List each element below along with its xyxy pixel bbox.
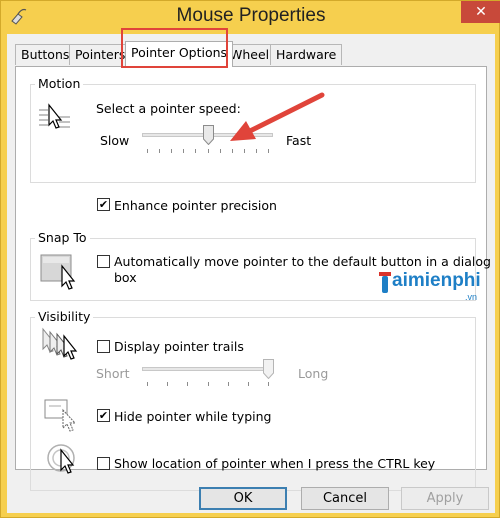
pointer-speed-icon [39, 103, 70, 129]
trail-length-tick [228, 382, 229, 386]
tab-pointer-options[interactable]: Pointer Options [125, 41, 234, 67]
pointer-speed-tick [171, 149, 172, 153]
trail-length-tick [147, 382, 148, 386]
pointer-trails-checkbox[interactable] [97, 340, 110, 353]
show-location-icon [47, 444, 75, 474]
dialog-client-area: Buttons Pointers Pointer Options Wheel H… [7, 28, 495, 513]
trail-length-tick [268, 382, 269, 386]
tab-pointers[interactable]: Pointers [69, 44, 132, 65]
watermark-brand: aimienphi [392, 270, 481, 291]
hide-pointer-label[interactable]: Hide pointer while typing [114, 409, 271, 424]
pointer-speed-slider-thumb[interactable] [203, 125, 214, 145]
snap-to-checkbox[interactable] [97, 255, 110, 268]
visibility-group-label: Visibility [35, 309, 94, 324]
tab-buttons[interactable]: Buttons [15, 44, 76, 65]
enhance-precision-label[interactable]: Enhance pointer precision [114, 198, 277, 213]
watermark-t-icon [379, 272, 391, 293]
trail-length-tick [208, 382, 209, 386]
annotation-arrow [230, 92, 325, 141]
trail-length-tick [187, 382, 188, 386]
hide-pointer-checkmark: ✔ [98, 409, 109, 422]
trail-length-tick [167, 382, 168, 386]
pointer-trails-label[interactable]: Display pointer trails [114, 339, 244, 354]
hide-pointer-icon [44, 399, 77, 432]
trail-length-slider-thumb[interactable] [263, 359, 274, 379]
snap-to-group-label: Snap To [35, 230, 90, 245]
pointer-trails-icon [42, 327, 78, 360]
trail-length-tick [248, 382, 249, 386]
show-location-checkbox[interactable] [97, 457, 110, 470]
trail-length-track[interactable] [142, 367, 273, 371]
tab-hardware[interactable]: Hardware [270, 44, 343, 65]
hide-pointer-checkbox[interactable]: ✔ [97, 409, 110, 422]
enhance-precision-checkmark: ✔ [98, 198, 109, 211]
slow-label: Slow [100, 133, 130, 148]
cancel-button[interactable]: Cancel [301, 487, 389, 510]
pointer-speed-tick [147, 149, 148, 153]
snap-to-label-line2[interactable]: box [114, 270, 137, 285]
motion-group-label: Motion [35, 76, 84, 91]
snap-to-label-line1[interactable]: Automatically move pointer to the defaul… [114, 254, 491, 269]
watermark-suffix: .vn [465, 292, 478, 302]
close-button[interactable]: ✕ [461, 1, 500, 23]
long-label: Long [298, 366, 329, 381]
pointer-options-panel: Motion Select a pointer speed: Slow Fast [15, 66, 491, 491]
title-bar[interactable]: Mouse Properties ✕ [1, 1, 500, 34]
pointer-speed-tick [159, 149, 160, 153]
short-label: Short [96, 366, 130, 381]
enhance-precision-checkbox[interactable]: ✔ [97, 198, 110, 211]
pointer-speed-tick [195, 149, 196, 153]
ok-button[interactable]: OK [199, 487, 287, 510]
trail-length-ticks [147, 382, 269, 387]
mouse-properties-window: Mouse Properties ✕ Buttons Pointers Poin… [0, 0, 500, 518]
window-title: Mouse Properties [176, 5, 326, 26]
apply-button[interactable]: Apply [401, 487, 489, 510]
watermark-logo: aimienphi .vn [377, 270, 487, 306]
snap-to-button-icon [40, 254, 76, 290]
pointer-speed-tick [208, 149, 209, 153]
pointer-speed-tick [183, 149, 184, 153]
show-location-label[interactable]: Show location of pointer when I press th… [114, 456, 435, 471]
